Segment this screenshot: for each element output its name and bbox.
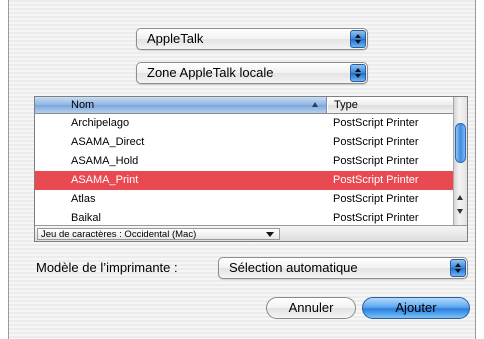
printer-row[interactable]: Archipelago PostScript Printer	[35, 114, 453, 133]
printer-type: PostScript Printer	[333, 174, 419, 186]
popup-stepper-icon	[350, 64, 366, 82]
zone-popup-value: Zone AppleTalk locale	[147, 65, 274, 80]
printer-type: PostScript Printer	[333, 193, 419, 205]
cancel-button-label: Annuler	[288, 300, 334, 315]
printer-name: Atlas	[71, 193, 96, 205]
printer-model-popup[interactable]: Sélection automatique	[218, 257, 468, 279]
charset-popup-label: Jeu de caractères : Occidental (Mac)	[41, 229, 197, 240]
column-header-nom[interactable]: Nom	[35, 97, 327, 113]
column-header-type-label: Type	[334, 99, 358, 111]
scroll-down-arrow-icon[interactable]	[457, 209, 463, 214]
printer-name: Baikal	[71, 212, 101, 224]
add-button[interactable]: Ajouter	[362, 297, 470, 319]
list-footer-bar: Jeu de caractères : Occidental (Mac)	[35, 225, 467, 241]
printer-row[interactable]: Baikal PostScript Printer	[35, 209, 453, 225]
chevron-down-icon	[266, 232, 274, 237]
zone-popup[interactable]: Zone AppleTalk locale	[136, 62, 368, 84]
add-button-label: Ajouter	[395, 300, 437, 315]
list-rows: Archipelago PostScript Printer ASAMA_Dir…	[35, 114, 453, 225]
printer-name: ASAMA_Print	[71, 174, 139, 186]
charset-popup[interactable]: Jeu de caractères : Occidental (Mac)	[37, 228, 280, 240]
printer-model-popup-value: Sélection automatique	[229, 260, 358, 275]
column-header-nom-label: Nom	[71, 99, 95, 111]
protocol-popup[interactable]: AppleTalk	[136, 28, 368, 50]
printer-name: Archipelago	[71, 117, 130, 129]
popup-stepper-icon	[450, 259, 466, 277]
printer-row[interactable]: ASAMA_Direct PostScript Printer	[35, 133, 453, 152]
column-header-type[interactable]: Type	[328, 97, 453, 113]
vertical-scrollbar[interactable]	[453, 97, 467, 225]
printer-row-selected[interactable]: ASAMA_Print PostScript Printer	[35, 171, 453, 190]
printer-type: PostScript Printer	[333, 212, 419, 224]
list-header: Nom Type	[35, 97, 453, 114]
printer-type: PostScript Printer	[333, 117, 419, 129]
printer-list[interactable]: Nom Type Archipelago PostScript Printer …	[34, 96, 468, 242]
printer-type: PostScript Printer	[333, 155, 419, 167]
printer-row[interactable]: Atlas PostScript Printer	[35, 190, 453, 209]
sort-ascending-icon	[312, 102, 318, 107]
printer-name: ASAMA_Hold	[71, 155, 139, 167]
scroll-up-arrow-icon[interactable]	[457, 195, 463, 200]
protocol-popup-value: AppleTalk	[147, 31, 204, 46]
cancel-button[interactable]: Annuler	[266, 297, 356, 319]
printer-model-label: Modèle de l’imprimante :	[36, 260, 178, 275]
printer-name: ASAMA_Direct	[71, 136, 145, 148]
printer-row[interactable]: ASAMA_Hold PostScript Printer	[35, 152, 453, 171]
popup-stepper-icon	[350, 30, 366, 48]
scroll-thumb[interactable]	[455, 123, 466, 163]
printer-type: PostScript Printer	[333, 136, 419, 148]
